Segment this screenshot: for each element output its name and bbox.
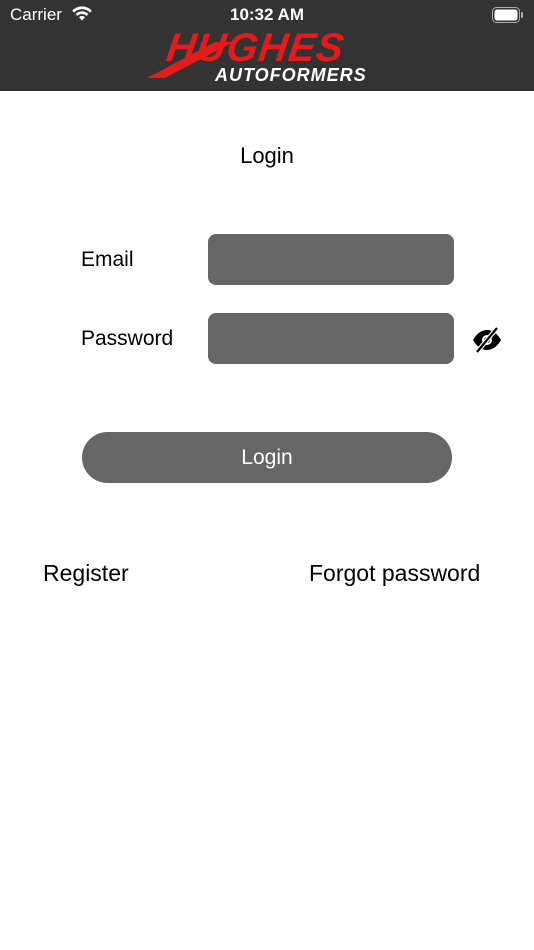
page-title: Login — [240, 143, 294, 168]
email-field[interactable] — [208, 234, 454, 285]
forgot-password-link[interactable]: Forgot password — [309, 560, 480, 587]
clock: 10:32 AM — [229, 5, 304, 24]
battery-icon — [492, 7, 524, 28]
password-label: Password — [81, 327, 174, 350]
brand-logo: HUGHES AUTOFORMERS — [145, 26, 395, 88]
password-field[interactable] — [208, 313, 454, 364]
logo-sub-text: AUTOFORMERS — [215, 65, 367, 85]
register-link[interactable]: Register — [43, 560, 129, 587]
eye-slash-icon[interactable] — [471, 326, 503, 354]
app-header: Carrier 10:32 AM HUGHES AUTOFORMERS — [0, 0, 534, 91]
logo-main-text: HUGHES — [163, 26, 348, 70]
login-button[interactable]: Login — [82, 432, 452, 483]
email-label: Email — [81, 248, 134, 271]
